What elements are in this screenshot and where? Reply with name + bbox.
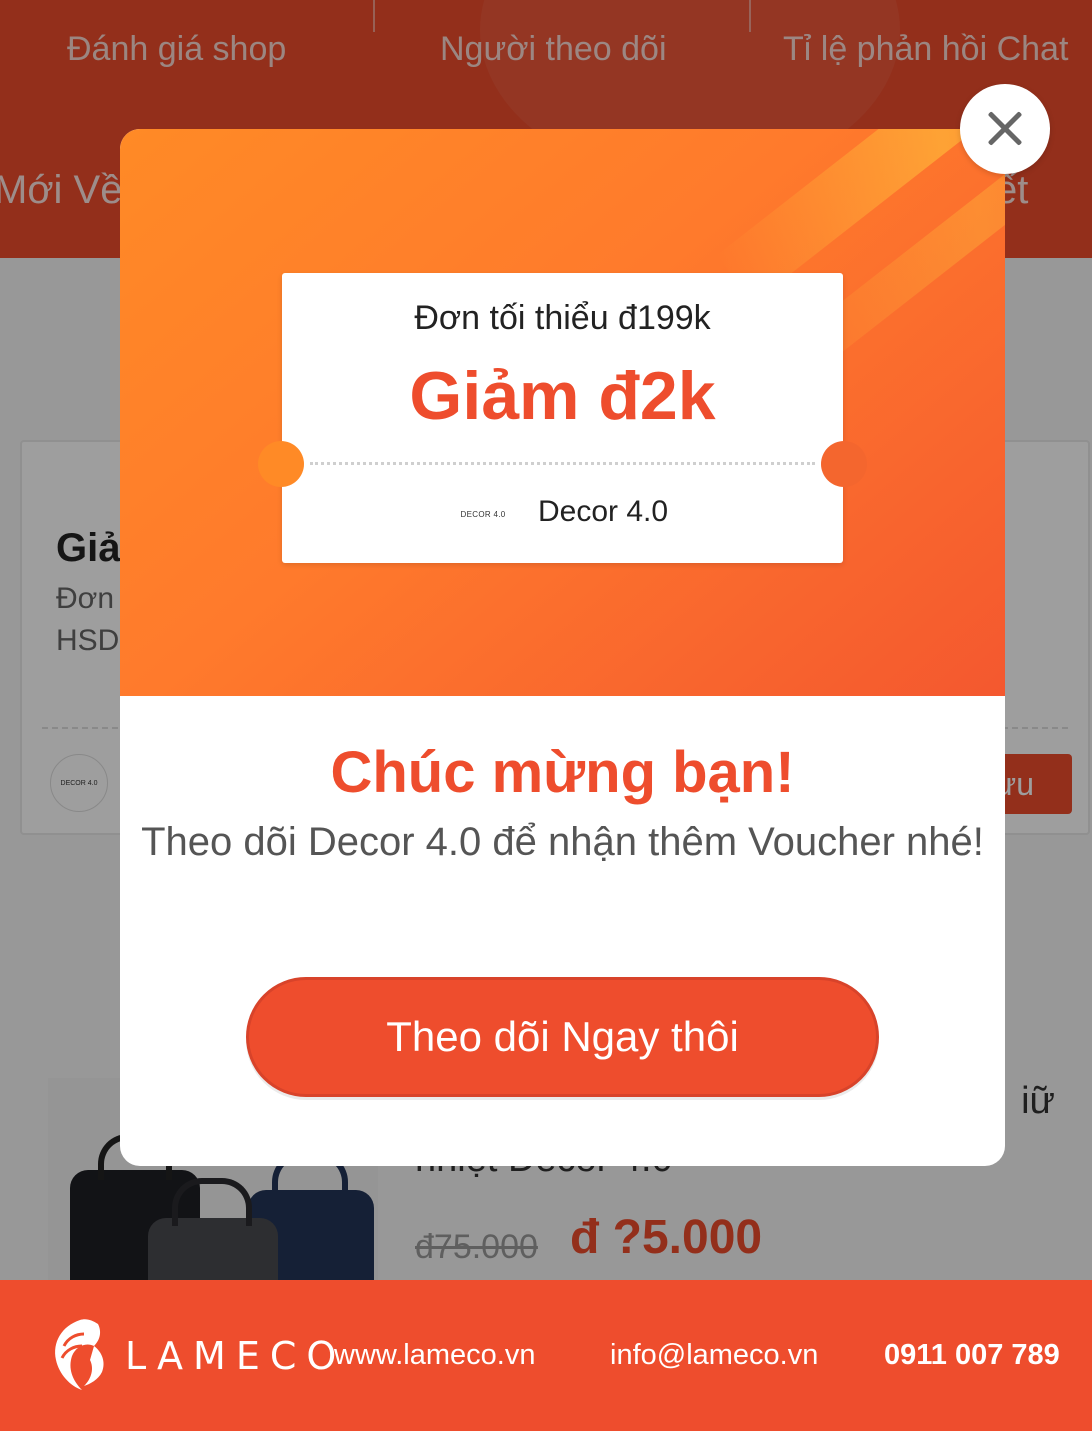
follow-description: Theo dõi Decor 4.0 để nhận thêm Voucher …: [141, 820, 984, 864]
coupon-notch-left: [258, 441, 304, 487]
shop-logo-text: DECOR 4.0: [460, 509, 506, 519]
close-icon[interactable]: [960, 84, 1050, 174]
modal-header-banner: Đơn tối thiểu đ199k Giảm đ2k DECOR 4.0 D…: [120, 129, 1005, 696]
footer-email[interactable]: info@lameco.vn: [610, 1339, 818, 1372]
shop-logo: DECOR 4.0: [450, 487, 516, 541]
follow-now-button[interactable]: Theo dõi Ngay thôi: [246, 977, 879, 1097]
coupon-min-order: Đơn tối thiểu đ199k: [414, 299, 711, 337]
coupon-discount: Giảm đ2k: [409, 358, 716, 434]
coupon-shop-name: Decor 4.0: [538, 495, 669, 528]
footer-phone[interactable]: 0911 007 789: [884, 1339, 1060, 1372]
congrats-heading: Chúc mừng bạn!: [330, 740, 795, 805]
coupon-perforation: [310, 462, 815, 465]
footer-bar: LAMECO www.lameco.vn info@lameco.vn 0911…: [0, 1280, 1092, 1431]
lameco-logo-icon: [55, 1319, 104, 1390]
footer-brand: LAMECO: [125, 1334, 347, 1378]
coupon-notch-right: [821, 441, 867, 487]
footer-website[interactable]: www.lameco.vn: [334, 1339, 535, 1372]
voucher-modal: Đơn tối thiểu đ199k Giảm đ2k DECOR 4.0 D…: [120, 129, 1005, 1166]
coupon-ticket: Đơn tối thiểu đ199k Giảm đ2k DECOR 4.0 D…: [258, 273, 867, 563]
